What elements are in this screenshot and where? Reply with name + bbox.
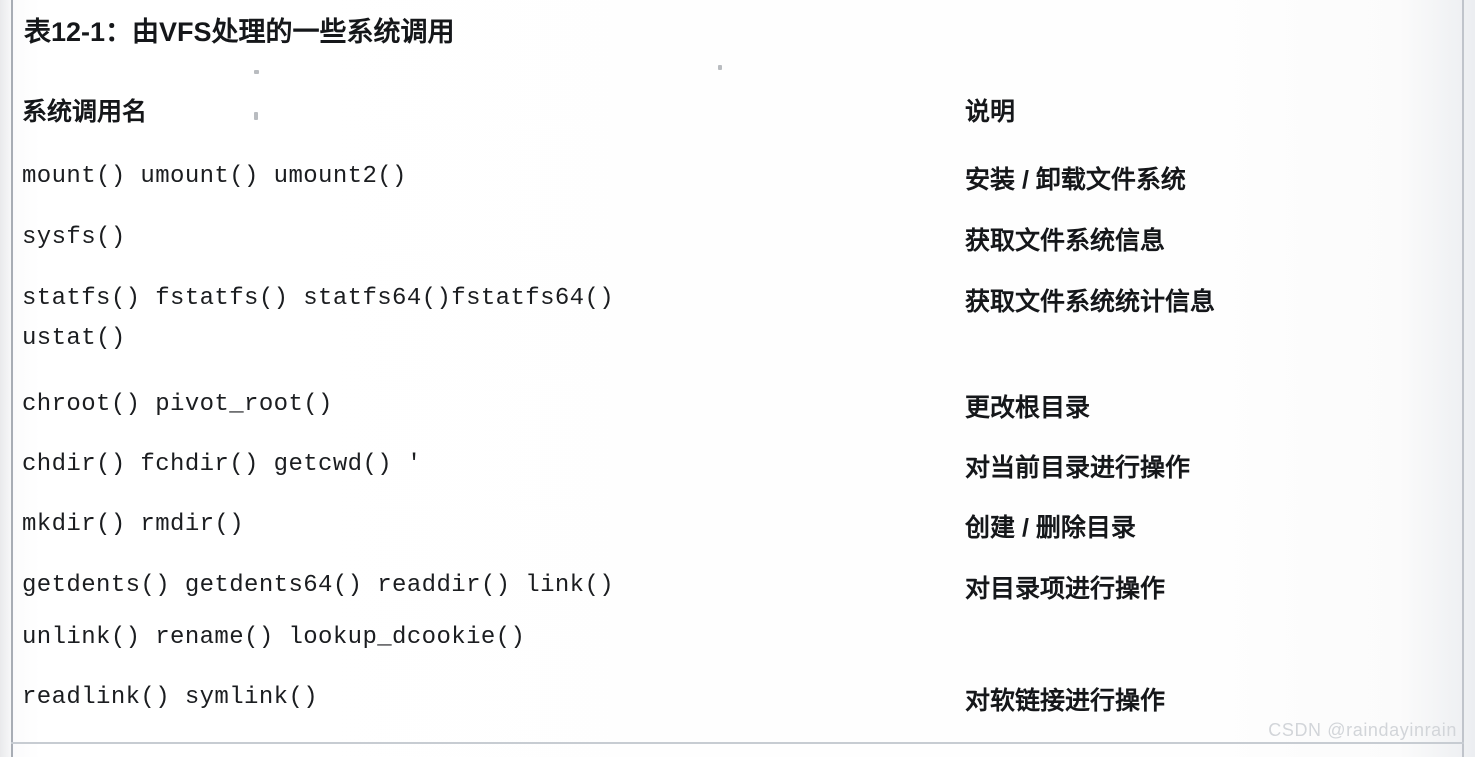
syscall-cell: chroot() pivot_root() — [22, 391, 333, 418]
description-cell: 获取文件系统统计信息 — [965, 288, 1216, 316]
column-header-syscall-name: 系统调用名 — [22, 98, 148, 126]
description-cell: 创建 / 删除目录 — [965, 514, 1136, 542]
syscall-cell-continued: ustat() — [22, 325, 126, 352]
scan-artifact — [254, 112, 258, 120]
scan-artifact — [718, 65, 722, 70]
syscall-cell: mount() umount() umount2() — [22, 163, 407, 190]
syscall-cell: readlink() symlink() — [22, 684, 319, 711]
watermark: CSDN @raindayinrain — [1268, 720, 1457, 740]
description-cell: 对软链接进行操作 — [965, 687, 1166, 715]
scan-artifact — [254, 70, 259, 74]
syscall-cell: sysfs() — [22, 224, 126, 251]
syscall-cell: getdents() getdents64() readdir() link() — [22, 572, 615, 599]
description-cell: 对目录项进行操作 — [965, 575, 1166, 603]
scanned-table-page: 表12-1：由VFS处理的一些系统调用 系统调用名 说明 mount() umo… — [0, 0, 1475, 757]
description-cell: 对当前目录进行操作 — [965, 454, 1191, 482]
description-cell: 获取文件系统信息 — [965, 227, 1166, 255]
description-cell: 安装 / 卸载文件系统 — [965, 166, 1186, 194]
syscall-cell: statfs() fstatfs() statfs64()fstatfs64() — [22, 285, 615, 312]
page-title: 表12-1：由VFS处理的一些系统调用 — [24, 17, 455, 47]
table-content: 表12-1：由VFS处理的一些系统调用 系统调用名 说明 mount() umo… — [0, 0, 1475, 757]
description-cell: 更改根目录 — [965, 394, 1091, 422]
syscall-cell-continued: unlink() rename() lookup_dcookie() — [22, 624, 526, 651]
column-header-description: 说明 — [965, 98, 1016, 126]
syscall-cell: mkdir() rmdir() — [22, 511, 245, 538]
syscall-cell: chdir() fchdir() getcwd() ' — [22, 451, 422, 478]
